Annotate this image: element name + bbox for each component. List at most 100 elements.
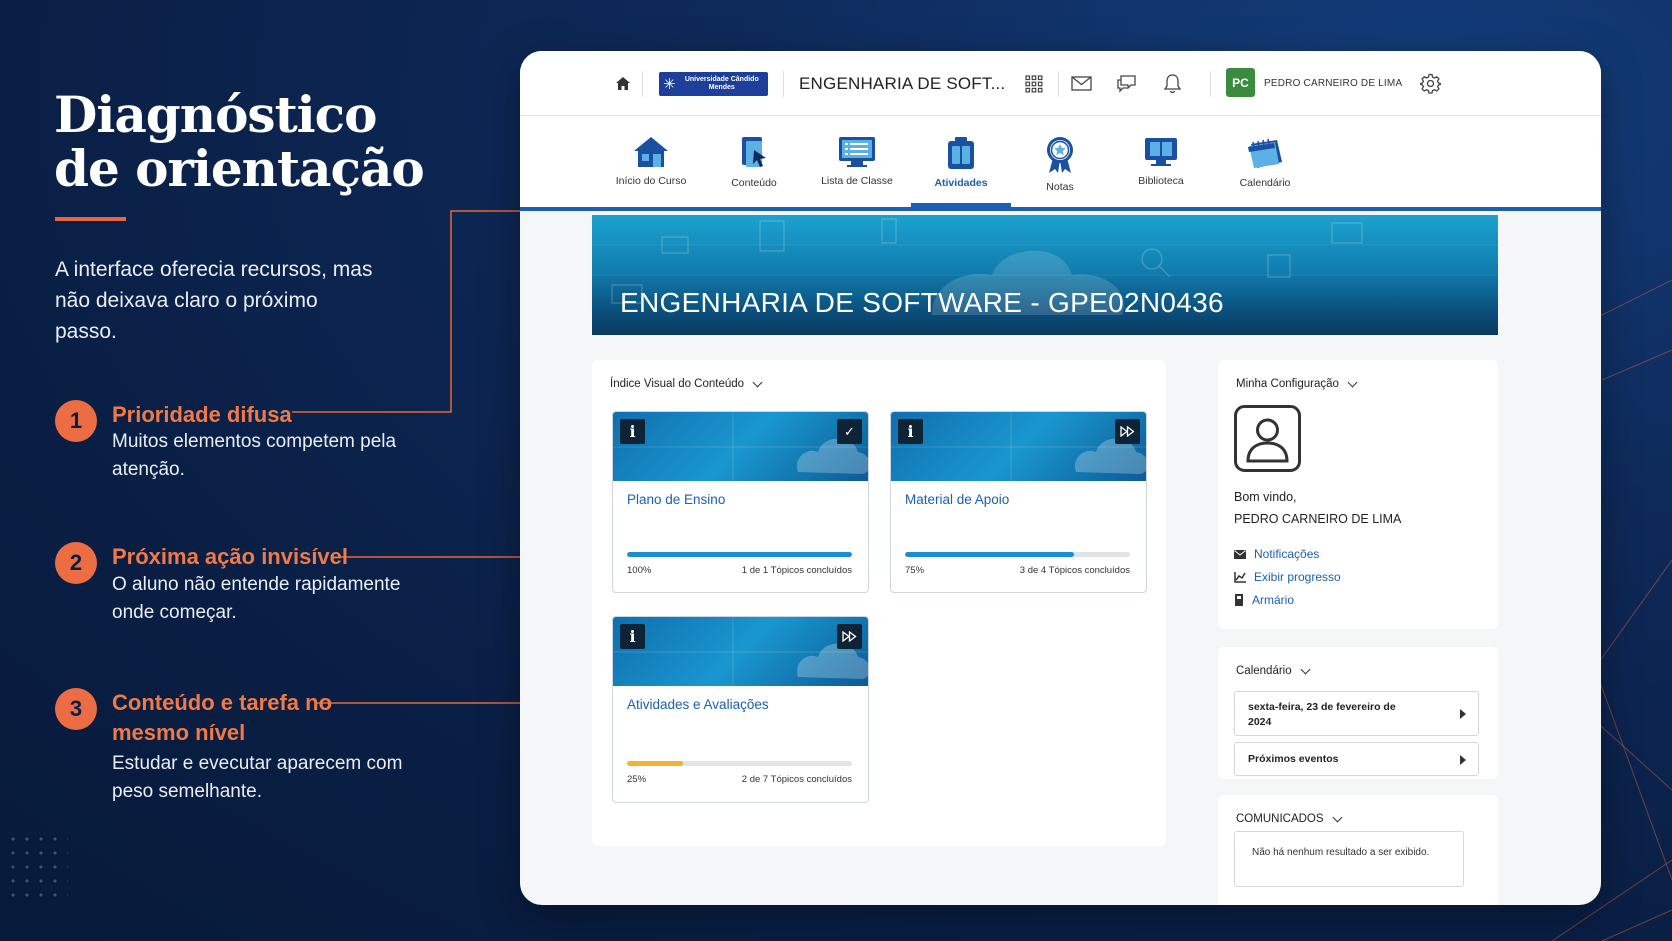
card-title[interactable]: Material de Apoio: [905, 492, 1009, 507]
card-thumbnail: i: [891, 412, 1146, 481]
upcoming-events-button[interactable]: Próximos eventos: [1234, 742, 1479, 776]
cloud-icon: [891, 412, 1146, 481]
my-config-title: Minha Configuração: [1236, 378, 1339, 390]
link-armario[interactable]: Armário: [1234, 593, 1294, 607]
chevron-down-icon: [1347, 377, 1358, 387]
gear-icon[interactable]: [1420, 51, 1441, 116]
point-number: 3: [55, 688, 97, 730]
grades-icon: [1047, 137, 1073, 173]
divider: [783, 71, 784, 97]
home-icon[interactable]: [616, 51, 630, 116]
envelope-icon: [1234, 549, 1246, 559]
bell-icon[interactable]: [1163, 51, 1182, 116]
content-index-header[interactable]: Índice Visual do Conteúdo: [610, 377, 763, 390]
course-navbar: Início do Curso Conteúdo Lista de Classe: [520, 116, 1601, 211]
progress-meta: 100% 1 de 1 Tópicos concluídos: [627, 565, 852, 576]
upcoming-events-label: Próximos eventos: [1248, 753, 1339, 765]
announcements-header[interactable]: COMUNICADOS: [1236, 812, 1342, 825]
greeting: Bom vindo,: [1234, 490, 1297, 504]
nav-label: Notas: [1046, 181, 1074, 193]
card-title[interactable]: Plano de Ensino: [627, 492, 725, 507]
library-icon: [1145, 138, 1177, 166]
link-label: Exibir progresso: [1254, 570, 1341, 584]
content-icon: [742, 137, 766, 167]
my-config-header[interactable]: Minha Configuração: [1236, 377, 1358, 390]
info-icon[interactable]: i: [620, 419, 645, 444]
progress-fill: [905, 552, 1074, 557]
nav-item-calendario[interactable]: Calendário: [1215, 116, 1315, 207]
title-underline: [55, 217, 126, 221]
fast-forward-icon[interactable]: [837, 624, 862, 649]
progress-bar: [905, 552, 1130, 557]
progress-bar: [627, 761, 852, 766]
progress-percent: 25%: [627, 774, 647, 785]
point-body: Muitos elementos competem pela atenção.: [112, 431, 397, 480]
progress-percent: 75%: [905, 565, 925, 576]
mail-icon[interactable]: [1071, 51, 1092, 116]
course-title[interactable]: ENGENHARIA DE SOFT...: [799, 51, 1005, 116]
caret-right-icon: [1460, 709, 1466, 719]
card-title[interactable]: Atividades e Avaliações: [627, 697, 769, 712]
nav-label: Atividades: [934, 177, 988, 189]
chevron-down-icon: [1300, 664, 1311, 674]
calendar-icon: [1248, 138, 1282, 168]
link-notificacoes[interactable]: Notificações: [1234, 547, 1319, 561]
content-card-material-apoio[interactable]: i Material de Apoio 75% 3 de 4 Tópicos c…: [890, 411, 1147, 593]
university-logo[interactable]: ✳ Universidade Cândido Mendes: [659, 72, 768, 96]
nav-item-atividades[interactable]: Atividades: [911, 116, 1011, 207]
nav-label: Conteúdo: [731, 177, 777, 189]
calendar-date: sexta-feira, 23 de fevereiro de 2024: [1248, 701, 1396, 728]
apps-grid-icon[interactable]: [1025, 51, 1043, 116]
nav-label: Biblioteca: [1138, 175, 1184, 187]
nav-label: Lista de Classe: [821, 175, 893, 187]
fast-forward-icon[interactable]: [1115, 419, 1140, 444]
info-icon[interactable]: i: [898, 419, 923, 444]
progress-fill: [627, 552, 852, 557]
point-title: Conteúdo e tarefa no mesmo nível: [112, 690, 333, 745]
chat-icon[interactable]: [1116, 51, 1137, 116]
top-bar: ✳ Universidade Cândido Mendes ENGENHARIA…: [520, 51, 1601, 116]
nav-item-lista-classe[interactable]: Lista de Classe: [807, 116, 907, 207]
card-thumbnail: i: [613, 617, 868, 686]
banner-title: ENGENHARIA DE SOFTWARE - GPE02N0436: [620, 287, 1224, 318]
link-exibir-progresso[interactable]: Exibir progresso: [1234, 570, 1341, 584]
nav-item-conteudo[interactable]: Conteúdo: [704, 116, 804, 207]
intro-text: A interface oferecia recursos, mas não d…: [55, 258, 373, 343]
progress-topics: 2 de 7 Tópicos concluídos: [741, 774, 852, 785]
activities-icon: [948, 137, 974, 169]
info-icon[interactable]: i: [620, 624, 645, 649]
calendar-header[interactable]: Calendário: [1236, 664, 1311, 677]
progress-bar: [627, 552, 852, 557]
nav-item-notas[interactable]: Notas: [1010, 116, 1110, 207]
title-line-2: de orientação: [54, 139, 425, 198]
divider: [642, 71, 643, 97]
content-index-title: Índice Visual do Conteúdo: [610, 378, 745, 390]
nav-label: Calendário: [1239, 177, 1291, 189]
progress-fill: [627, 761, 684, 766]
nav-item-biblioteca[interactable]: Biblioteca: [1111, 116, 1211, 207]
avatar[interactable]: PC: [1226, 68, 1255, 97]
progress-meta: 75% 3 de 4 Tópicos concluídos: [905, 565, 1130, 576]
logo-star-icon: ✳: [663, 75, 676, 93]
progress-percent: 100%: [627, 565, 652, 576]
calendar-panel: Calendário sexta-feira, 23 de fevereiro …: [1218, 647, 1498, 779]
page-title: Diagnóstico de orientação: [54, 88, 454, 196]
check-icon[interactable]: ✓: [837, 419, 862, 444]
decorative-dot-grid: [6, 832, 68, 902]
content-card-plano-ensino[interactable]: i ✓ Plano de Ensino 100% 1 de 1 Tópicos …: [612, 411, 869, 593]
link-label: Notificações: [1254, 547, 1320, 561]
content-card-atividades-avaliacoes[interactable]: i Atividades e Avaliações 25% 2 de 7 Tóp…: [612, 616, 869, 803]
logo-text: Universidade Cândido Mendes: [684, 76, 759, 91]
point-body: Estudar e evecutar aparecem com peso sem…: [112, 753, 403, 802]
divider: [1058, 71, 1059, 97]
profile-placeholder-icon: [1234, 405, 1301, 472]
caret-right-icon: [1460, 755, 1466, 765]
progress-topics: 1 de 1 Tópicos concluídos: [741, 565, 852, 576]
progress-topics: 3 de 4 Tópicos concluídos: [1019, 565, 1130, 576]
title-line-1: Diagnóstico: [54, 85, 377, 144]
divider: [1210, 71, 1211, 97]
profile-name: PEDRO CARNEIRO DE LIMA: [1234, 512, 1402, 526]
calendar-date-button[interactable]: sexta-feira, 23 de fevereiro de 2024: [1234, 691, 1479, 736]
nav-item-inicio[interactable]: Início do Curso: [601, 116, 701, 207]
user-name[interactable]: PEDRO CARNEIRO DE LIMA: [1264, 51, 1402, 116]
